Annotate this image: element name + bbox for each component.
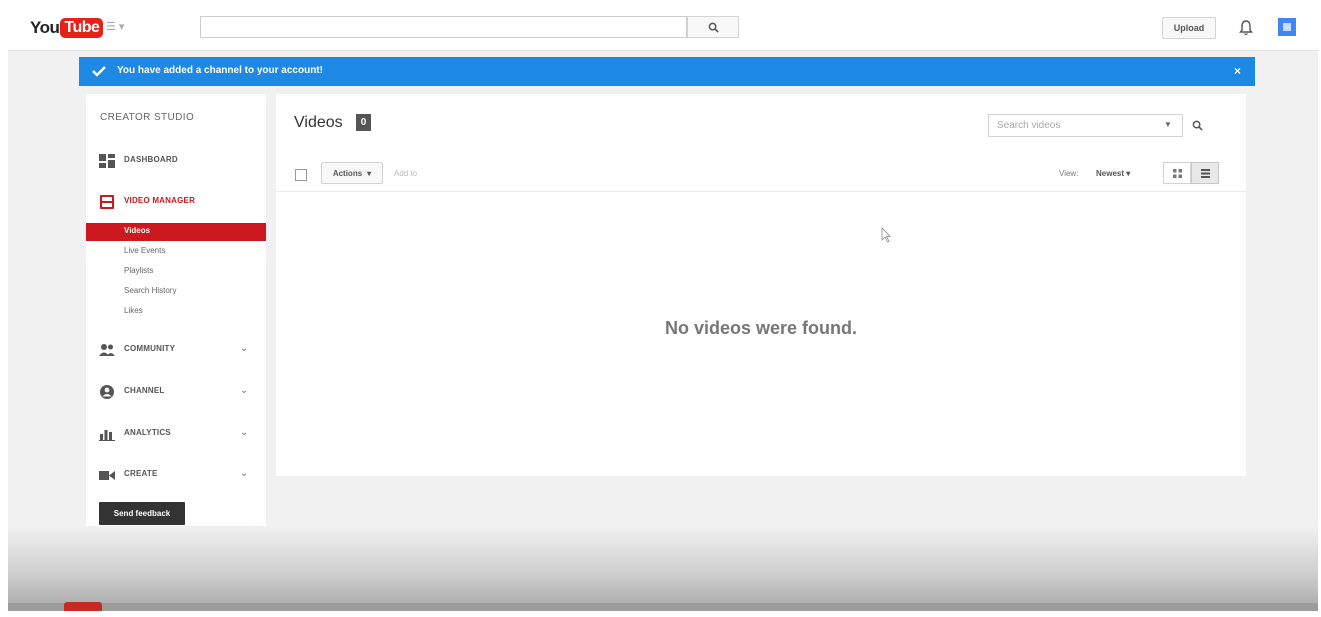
search-icon bbox=[1192, 120, 1203, 131]
bell-icon bbox=[1239, 20, 1253, 36]
grid-view-icon bbox=[1172, 168, 1182, 178]
masthead: You Tube ☰ ▾ Upload bbox=[8, 6, 1318, 51]
empty-state-message: No videos were found. bbox=[664, 318, 858, 338]
guide-menu-button[interactable]: ☰ ▾ bbox=[106, 20, 124, 33]
chevron-down-icon: ▾ bbox=[1126, 169, 1131, 178]
notifications-button[interactable] bbox=[1236, 18, 1256, 38]
checkmark-icon bbox=[92, 66, 106, 77]
bottom-logo-fragment bbox=[64, 602, 102, 611]
community-icon bbox=[99, 344, 115, 356]
search-options-dropdown[interactable]: ▼ bbox=[1164, 120, 1172, 129]
logo-tube: Tube bbox=[60, 18, 104, 38]
search-videos-input[interactable] bbox=[988, 114, 1183, 137]
sidebar-item-label: COMMUNITY bbox=[124, 344, 176, 353]
sidebar-subitem-live-events[interactable]: Live Events bbox=[86, 243, 266, 261]
sidebar-item-video-manager[interactable]: VIDEO MANAGER bbox=[86, 191, 266, 213]
analytics-icon bbox=[99, 430, 115, 441]
page-title: Videos bbox=[294, 114, 343, 131]
sidebar-subitem-likes[interactable]: Likes bbox=[86, 303, 266, 321]
mouse-cursor-icon bbox=[881, 227, 891, 243]
subitem-label: Search History bbox=[124, 286, 177, 295]
subitem-label: Videos bbox=[124, 226, 151, 235]
logo-you: You bbox=[30, 18, 60, 37]
sidebar-item-label: CHANNEL bbox=[124, 386, 165, 395]
chevron-down-icon: ⌄ bbox=[240, 427, 249, 438]
sidebar-item-label: VIDEO MANAGER bbox=[124, 196, 196, 205]
grid-view-button[interactable] bbox=[1163, 162, 1191, 184]
channel-icon bbox=[100, 385, 114, 399]
list-view-icon bbox=[1200, 168, 1210, 178]
create-icon bbox=[99, 471, 115, 480]
search-input[interactable] bbox=[200, 16, 687, 38]
dashboard-icon bbox=[99, 154, 115, 168]
browser-viewport: You Tube ☰ ▾ Upload You have added a chan… bbox=[8, 6, 1318, 611]
bottom-strip bbox=[8, 603, 1318, 611]
send-feedback-button[interactable]: Send feedback bbox=[99, 502, 185, 525]
creator-studio-sidebar: CREATOR STUDIO DASHBOARD VIDEO MANAGER V… bbox=[86, 94, 266, 544]
sidebar-item-label: DASHBOARD bbox=[124, 155, 178, 164]
subitem-label: Likes bbox=[124, 306, 143, 315]
view-label: View: bbox=[1059, 169, 1079, 178]
sidebar-item-label: ANALYTICS bbox=[124, 428, 171, 437]
actions-label: Actions bbox=[332, 168, 363, 178]
chevron-down-icon: ⌄ bbox=[240, 385, 249, 396]
select-all-checkbox[interactable] bbox=[295, 169, 307, 181]
upload-button[interactable]: Upload bbox=[1162, 17, 1216, 39]
sidebar-subitem-videos[interactable]: Videos bbox=[86, 223, 266, 241]
sort-dropdown[interactable]: Newest ▾ bbox=[1096, 169, 1130, 178]
subitem-label: Live Events bbox=[124, 246, 166, 255]
chevron-down-icon: ⌄ bbox=[240, 468, 249, 479]
list-view-button[interactable] bbox=[1191, 162, 1219, 184]
account-avatar[interactable] bbox=[1278, 18, 1296, 36]
alert-message: You have added a channel to your account… bbox=[117, 65, 323, 76]
subitem-label: Playlists bbox=[124, 266, 154, 275]
sidebar-item-label: CREATE bbox=[124, 469, 158, 478]
avatar-inner bbox=[1283, 23, 1291, 31]
chevron-down-icon: ▾ bbox=[367, 168, 372, 178]
sidebar-item-community[interactable]: COMMUNITY ⌄ bbox=[86, 339, 266, 361]
sidebar-item-channel[interactable]: CHANNEL ⌄ bbox=[86, 381, 266, 403]
sidebar-item-create[interactable]: CREATE ⌄ bbox=[86, 464, 266, 486]
search-icon bbox=[708, 22, 719, 33]
video-manager-icon bbox=[100, 195, 114, 209]
search-button[interactable] bbox=[687, 16, 739, 38]
video-count-badge: 0 bbox=[356, 114, 371, 131]
page-bottom-fade bbox=[8, 526, 1318, 611]
search-videos-button[interactable] bbox=[1183, 114, 1211, 137]
chevron-down-icon: ⌄ bbox=[240, 343, 249, 354]
sidebar-item-analytics[interactable]: ANALYTICS ⌄ bbox=[86, 423, 266, 445]
sort-label: Newest bbox=[1096, 169, 1125, 178]
add-to-button[interactable]: Add to bbox=[394, 169, 417, 178]
alert-close-button[interactable]: × bbox=[1234, 64, 1241, 78]
actions-dropdown-button[interactable]: Actions ▾ bbox=[321, 162, 383, 184]
sidebar-item-dashboard[interactable]: DASHBOARD bbox=[86, 150, 266, 172]
channel-added-alert: You have added a channel to your account… bbox=[79, 57, 1255, 86]
toolbar-divider bbox=[276, 191, 1246, 192]
videos-panel: Videos 0 ▼ Actions ▾ Add to View: Newest… bbox=[276, 94, 1246, 476]
sidebar-subitem-playlists[interactable]: Playlists bbox=[86, 263, 266, 281]
youtube-logo[interactable]: You Tube bbox=[30, 16, 104, 40]
sidebar-title: CREATOR STUDIO bbox=[100, 112, 195, 123]
sidebar-subitem-search-history[interactable]: Search History bbox=[86, 283, 266, 301]
